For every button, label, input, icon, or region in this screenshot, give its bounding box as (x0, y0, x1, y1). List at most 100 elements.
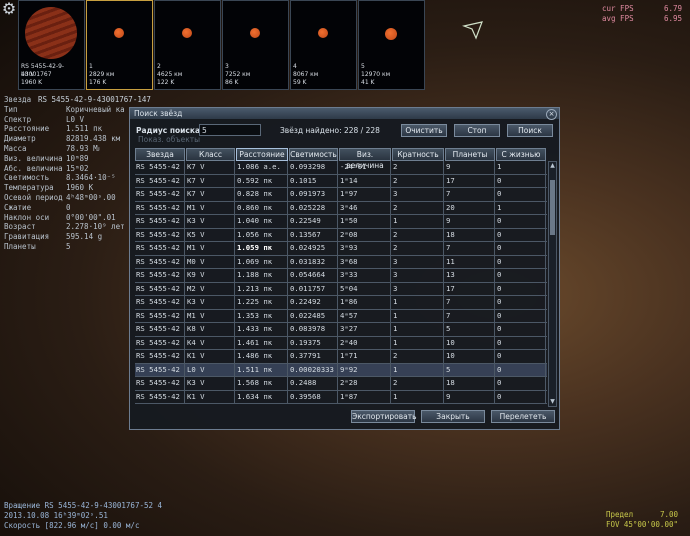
search-radius-label: Радиус поиска (136, 126, 201, 135)
scroll-down-arrow-icon[interactable]: ▼ (549, 398, 556, 406)
table-row[interactable]: RS 5455-42 L0 V 1.511 пк 0.00020333 9ᵐ92 1 5 0 (135, 363, 547, 377)
avg-fps-value: 6.95 (663, 14, 682, 23)
column-header[interactable]: Звезда (135, 148, 185, 161)
column-header[interactable]: С жизнью (496, 148, 546, 161)
table-cell: 0 (496, 296, 546, 309)
table-cell: 1 (392, 390, 444, 403)
view-status: Предел 7.00 FOV 45°00'00.00" (606, 510, 678, 530)
info-value: 10ᵐ89 (66, 153, 89, 163)
stop-button[interactable]: Стоп (454, 124, 500, 137)
table-cell: 2 (392, 242, 444, 255)
table-row[interactable]: RS 5455-42 K3 V 1.225 пк 0.22492 1ᵐ86 1 7 0 (135, 296, 547, 310)
table-row[interactable]: RS 5455-42 K1 V 1.486 пк 0.37791 1ᵐ71 2 10 0 (135, 350, 547, 364)
table-cell: 18 (445, 377, 495, 390)
table-cell: K9 V (186, 269, 235, 282)
column-header[interactable]: Светимость (289, 148, 338, 161)
thumbnail-planet-3[interactable]: 3 7252 км 86 K (222, 0, 289, 90)
table-row[interactable]: RS 5455-42 M1 V 0.860 пк 0.025228 3ᵐ46 2 20 1 (135, 201, 547, 215)
table-cell: 0.031832 (289, 255, 338, 268)
table-cell: K5 V (186, 228, 235, 241)
table-row[interactable]: RS 5455-42 M0 V 1.069 пк 0.031832 3ᵐ68 3 11 0 (135, 255, 547, 269)
table-cell: 1.188 пк (236, 269, 288, 282)
table-row[interactable]: RS 5455-42 K7 V 0.592 пк 0.1015 1ᵐ14 2 17 0 (135, 174, 547, 188)
thumbnail-planet-5[interactable]: 5 12970 км 41 K (358, 0, 425, 90)
table-cell: 0.22492 (289, 296, 338, 309)
table-cell: 0 (496, 228, 546, 241)
search-radius-input[interactable]: 5 (199, 124, 261, 136)
table-cell: M1 V (186, 309, 235, 322)
info-value: 15ᵐ02 (66, 163, 89, 173)
planet-image (318, 28, 328, 38)
table-row[interactable]: RS 5455-42 K3 V 1.040 пк 0.22549 1ᵐ50 1 9 0 (135, 215, 547, 229)
table-cell: 1 (496, 161, 546, 174)
table-cell: RS 5455-42 (135, 255, 185, 268)
table-cell: 2 (392, 228, 444, 241)
close-icon[interactable]: × (546, 109, 557, 120)
scroll-up-arrow-icon[interactable]: ▲ (549, 162, 556, 170)
table-cell: 1 (392, 336, 444, 349)
table-cell: 1.486 пк (236, 350, 288, 363)
column-header[interactable]: Кратность (392, 148, 444, 161)
search-button[interactable]: Поиск (507, 124, 553, 137)
table-cell: 3 (392, 255, 444, 268)
clear-button[interactable]: Очистить (401, 124, 447, 137)
settings-gear-icon[interactable]: ⚙ (0, 0, 18, 18)
table-cell: 18 (445, 228, 495, 241)
column-header[interactable]: Класс (186, 148, 235, 161)
table-cell: 17 (445, 282, 495, 295)
table-cell: 5 (445, 363, 495, 376)
info-key: Осевой период (4, 192, 63, 202)
table-cell: 7 (445, 188, 495, 201)
column-header[interactable]: Виз. величина (339, 148, 391, 170)
table-cell: 2ᵐ28 (339, 377, 391, 390)
table-cell: 1.225 пк (236, 296, 288, 309)
table-cell: 0 (496, 215, 546, 228)
table-scrollbar[interactable]: ▲ ▼ (548, 161, 557, 407)
table-row[interactable]: RS 5455-42 K9 V 1.188 пк 0.054664 3ᵐ33 3 13 0 (135, 269, 547, 283)
table-row[interactable]: RS 5455-42 K5 V 1.056 пк 0.13567 2ᵐ08 2 18 0 (135, 228, 547, 242)
thumbnail-planet-2[interactable]: 2 4625 км 122 K (154, 0, 221, 90)
table-cell: 1.433 пк (236, 323, 288, 336)
goto-button[interactable]: Перелететь (491, 410, 555, 423)
export-button[interactable]: Экспортировать (351, 410, 417, 423)
show-objects-label[interactable]: Показ. объекты (138, 135, 200, 144)
column-header[interactable]: Планеты (445, 148, 495, 161)
table-row[interactable]: RS 5455-42 K4 V 1.461 пк 0.19375 2ᵐ40 1 10 0 (135, 336, 547, 350)
table-cell: RS 5455-42 (135, 363, 185, 376)
table-cell: 2 (392, 161, 444, 174)
limit-value: 7.00 (659, 510, 678, 519)
info-key: Планеты (4, 241, 36, 251)
speed-status: Скорость [822.96 м/с] 0.00 м/с (4, 521, 140, 530)
table-row[interactable]: RS 5455-42 K7 V 0.828 пк 0.091973 1ᵐ97 3 7 0 (135, 188, 547, 202)
thumbnail-text: 1960 K (21, 79, 43, 86)
table-cell: 0.011757 (289, 282, 338, 295)
thumbnail-text: 122 K (157, 79, 175, 86)
table-row[interactable]: RS 5455-42 M1 V 1.059 пк 0.024925 3ᵐ93 2 7 0 (135, 242, 547, 256)
close-button[interactable]: Закрыть (421, 410, 485, 423)
thumbnail-planet-4[interactable]: 4 8067 км 59 K (290, 0, 357, 90)
table-cell: 0 (496, 255, 546, 268)
fps-counter: cur FPS 6.79 avg FPS 6.95 (602, 4, 682, 24)
info-key: Наклон оси (4, 212, 50, 222)
table-cell: 0 (496, 269, 546, 282)
info-value: 78.93 Mᴊ (66, 143, 100, 153)
table-row[interactable]: RS 5455-42 K3 V 1.568 пк 0.2488 2ᵐ28 2 18 0 (135, 377, 547, 391)
table-cell: 1ᵐ97 (339, 188, 391, 201)
table-row[interactable]: RS 5455-42 M2 V 1.213 пк 0.011757 5ᵐ04 3 17 0 (135, 282, 547, 296)
table-cell: 0.024925 (289, 242, 338, 255)
scrollbar-thumb[interactable] (550, 180, 555, 236)
table-cell: K7 V (186, 188, 235, 201)
table-cell: RS 5455-42 (135, 215, 185, 228)
table-row[interactable]: RS 5455-42 K1 V 1.634 пк 0.39568 1ᵐ87 1 9 0 (135, 390, 547, 404)
thumbnail-star[interactable]: RS 5455-42-9-43001767 L0 V 1960 K (18, 0, 85, 90)
table-cell: 5ᵐ04 (339, 282, 391, 295)
table-cell: 1.069 пк (236, 255, 288, 268)
column-header[interactable]: Расстояние (236, 148, 288, 161)
info-key: Масса (4, 143, 27, 153)
table-row[interactable]: RS 5455-42 K8 V 1.433 пк 0.083978 3ᵐ27 1 5 0 (135, 323, 547, 337)
thumbnail-planet-1[interactable]: 1 2829 км 176 K (86, 0, 153, 90)
table-cell: 0 (496, 174, 546, 187)
table-row[interactable]: RS 5455-42 M1 V 1.353 пк 0.022485 4ᵐ57 1 7 0 (135, 309, 547, 323)
table-row[interactable]: RS 5455-42 K7 V 1.086 а.е. 0.093298 -24ᵐ01 2 9… (135, 161, 547, 175)
thumbnail-text: 12970 км (361, 71, 391, 78)
